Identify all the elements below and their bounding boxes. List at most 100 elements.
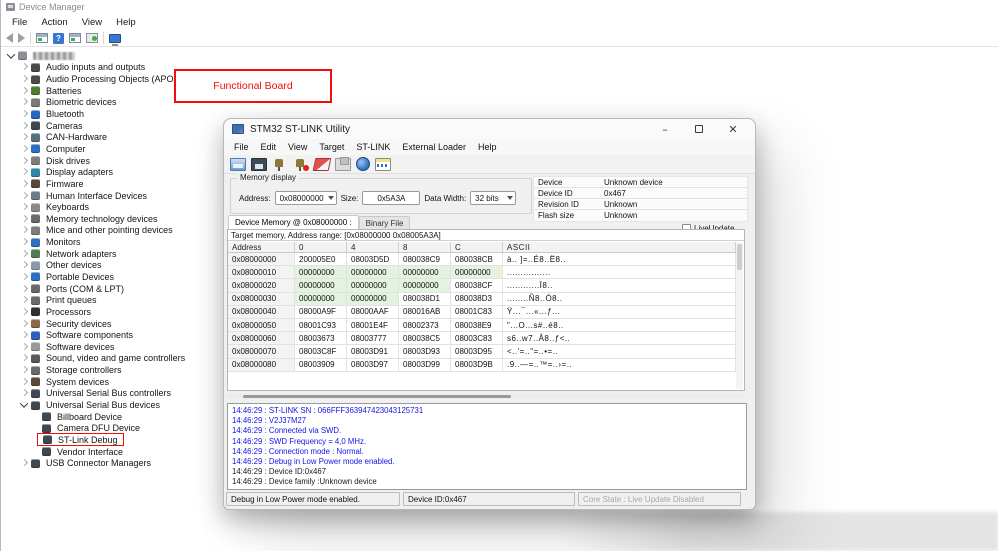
- chevron-collapsed-icon[interactable]: [19, 132, 29, 142]
- address-combobox[interactable]: 0x08000000: [275, 191, 337, 205]
- chevron-collapsed-icon[interactable]: [19, 214, 29, 224]
- memory-row[interactable]: 0x080000300000000000000000080038D1080038…: [228, 293, 736, 306]
- stlink-menu-target[interactable]: Target: [313, 141, 350, 153]
- tree-item-label: Bluetooth: [44, 109, 86, 119]
- memory-row[interactable]: 0x08000010000000000000000000000000000000…: [228, 266, 736, 279]
- memory-row[interactable]: 0x0800005008001C9308001E4F08002373080038…: [228, 319, 736, 332]
- chevron-collapsed-icon[interactable]: [19, 191, 29, 201]
- tab-binary-file[interactable]: Binary File: [359, 216, 411, 229]
- memory-row[interactable]: 0x0800004008000A9F08000AAF080016AB08001C…: [228, 306, 736, 319]
- properties-window-icon[interactable]: [69, 33, 81, 43]
- chevron-collapsed-icon[interactable]: [19, 307, 29, 317]
- tree-row[interactable]: Batteries: [1, 85, 998, 97]
- remote-computer-icon[interactable]: [109, 34, 121, 43]
- disconnect-icon[interactable]: [293, 158, 309, 171]
- column-header: Address: [228, 242, 295, 252]
- tree-row[interactable]: Audio inputs and outputs: [1, 62, 998, 74]
- erase-chip-icon[interactable]: [313, 158, 332, 171]
- chevron-collapsed-icon[interactable]: [19, 179, 29, 189]
- value-cell: 08002373: [399, 319, 451, 331]
- chevron-collapsed-icon[interactable]: [19, 388, 29, 398]
- connect-icon[interactable]: [272, 158, 288, 171]
- chevron-collapsed-icon[interactable]: [19, 284, 29, 294]
- memory-row[interactable]: 0x08000020000000000000000000000000080038…: [228, 279, 736, 292]
- chevron-collapsed-icon[interactable]: [19, 260, 29, 270]
- chevron-collapsed-icon[interactable]: [19, 225, 29, 235]
- tree-item-label: ST-Link Debug: [56, 435, 120, 445]
- scan-hardware-icon[interactable]: [86, 33, 98, 43]
- help-icon[interactable]: ?: [53, 33, 64, 44]
- device-info-row: Flash sizeUnknown: [534, 210, 747, 221]
- chevron-collapsed-icon[interactable]: [19, 353, 29, 363]
- chevron-collapsed-icon[interactable]: [19, 121, 29, 131]
- stlink-menu-st-link[interactable]: ST-LINK: [350, 141, 396, 153]
- stlink-debug-highlight-box: ST-Link Debug: [37, 433, 124, 446]
- tree-row[interactable]: Biometric devices: [1, 97, 998, 109]
- tree-row[interactable]: Audio Processing Objects (APOs): [1, 73, 998, 85]
- stlink-menu-help[interactable]: Help: [472, 141, 503, 153]
- horizontal-scrollbar-thumb[interactable]: [243, 395, 511, 398]
- menu-help[interactable]: Help: [109, 16, 143, 29]
- chevron-collapsed-icon[interactable]: [19, 377, 29, 387]
- menu-file[interactable]: File: [5, 16, 34, 29]
- chevron-collapsed-icon[interactable]: [19, 97, 29, 107]
- device-info-label: Revision ID: [538, 200, 604, 209]
- ascii-cell: ................: [503, 266, 736, 278]
- memory-row[interactable]: 0x080000600800367308003777080038C508003C…: [228, 332, 736, 345]
- tree-item-label: Universal Serial Bus controllers: [44, 388, 173, 398]
- chevron-collapsed-icon[interactable]: [19, 156, 29, 166]
- chevron-collapsed-icon[interactable]: [19, 86, 29, 96]
- open-file-icon[interactable]: [230, 158, 246, 171]
- back-icon[interactable]: [6, 33, 13, 43]
- chevron-collapsed-icon[interactable]: [19, 109, 29, 119]
- memory-row[interactable]: 0x08000000200005E008003D5D080038C9080038…: [228, 253, 736, 266]
- system-device-icon: [31, 377, 40, 386]
- menu-view[interactable]: View: [75, 16, 109, 29]
- chevron-collapsed-icon[interactable]: [19, 62, 29, 72]
- close-button[interactable]: ✕: [719, 120, 747, 138]
- memory-row[interactable]: 0x0800007008003C8F08003D9108003D9308003D…: [228, 345, 736, 358]
- size-input[interactable]: 0x5A3A: [362, 191, 420, 205]
- forward-icon[interactable]: [18, 33, 25, 43]
- chevron-collapsed-icon[interactable]: [19, 237, 29, 247]
- chevron-collapsed-icon[interactable]: [19, 202, 29, 212]
- stlink-menu-file[interactable]: File: [228, 141, 255, 153]
- tab-device-memory-0x08000000-[interactable]: Device Memory @ 0x08000000 :: [228, 215, 359, 229]
- tree-item-label: Firmware: [44, 179, 86, 189]
- usb-plug-icon: [31, 389, 40, 398]
- chevron-collapsed-icon[interactable]: [19, 365, 29, 375]
- chevron-collapsed-icon[interactable]: [19, 458, 29, 468]
- memory-row[interactable]: 0x080000800800390908003D9708003D9908003D…: [228, 359, 736, 372]
- save-file-icon[interactable]: [251, 158, 267, 171]
- horizontal-scrollbar[interactable]: [227, 394, 745, 399]
- swv-viewer-icon[interactable]: [375, 158, 391, 171]
- target-compare-icon[interactable]: [356, 157, 370, 171]
- chevron-collapsed-icon[interactable]: [19, 272, 29, 282]
- menu-action[interactable]: Action: [34, 16, 74, 29]
- chevron-expanded-icon[interactable]: [6, 51, 16, 61]
- vertical-scrollbar[interactable]: [736, 242, 743, 389]
- maximize-button[interactable]: [685, 120, 713, 138]
- memory-display-group: Memory display Address: 0x08000000 Size:…: [230, 178, 532, 214]
- chevron-collapsed-icon[interactable]: [19, 249, 29, 259]
- status-segment: Debug in Low Power mode enabled.: [226, 492, 400, 506]
- chevron-collapsed-icon[interactable]: [19, 342, 29, 352]
- chevron-collapsed-icon[interactable]: [19, 144, 29, 154]
- chevron-collapsed-icon[interactable]: [19, 319, 29, 329]
- log-line: 14:46:29 : Connected via SWD.: [232, 426, 742, 436]
- console-window-icon[interactable]: [36, 33, 48, 43]
- chevron-expanded-icon[interactable]: [19, 400, 29, 410]
- data-width-combobox[interactable]: 32 bits: [470, 191, 516, 205]
- stlink-menu-view[interactable]: View: [282, 141, 313, 153]
- stlink-titlebar[interactable]: STM32 ST-LINK Utility – ✕: [224, 119, 755, 139]
- chevron-collapsed-icon[interactable]: [19, 330, 29, 340]
- tree-row[interactable]: [1, 50, 998, 62]
- stlink-menu-external-loader[interactable]: External Loader: [396, 141, 472, 153]
- chevron-collapsed-icon[interactable]: [19, 295, 29, 305]
- chevron-collapsed-icon[interactable]: [19, 167, 29, 177]
- program-verify-icon[interactable]: [335, 158, 351, 171]
- stlink-menu-edit[interactable]: Edit: [255, 141, 283, 153]
- minimize-button[interactable]: –: [651, 120, 679, 138]
- stlink-window-title: STM32 ST-LINK Utility: [250, 124, 645, 135]
- chevron-collapsed-icon[interactable]: [19, 74, 29, 84]
